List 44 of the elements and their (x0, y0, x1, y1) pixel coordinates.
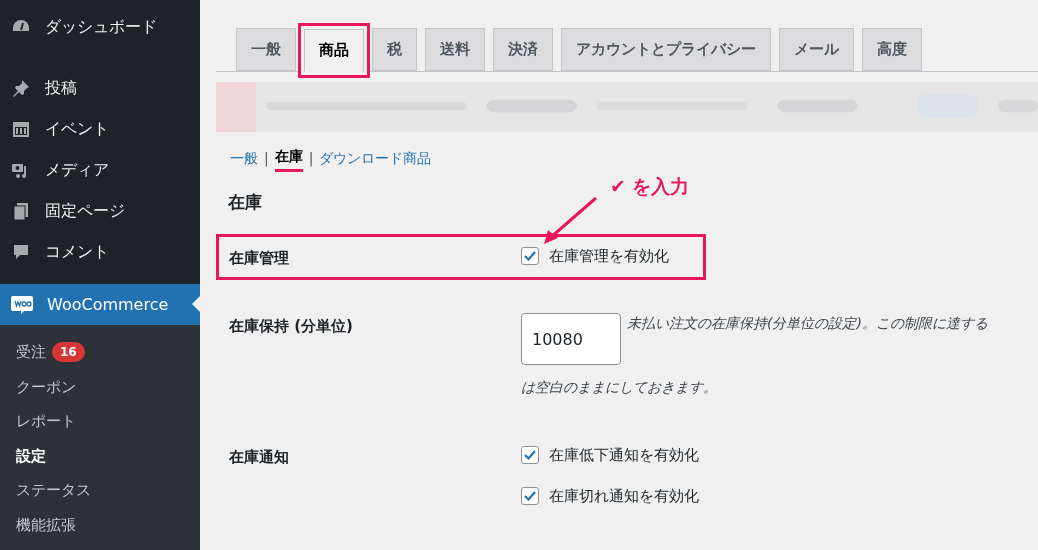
settings-tab[interactable]: 税 (372, 28, 417, 71)
submenu-item[interactable]: 受注 16 (0, 335, 200, 370)
settings-tab[interactable]: メール (779, 28, 854, 71)
count-badge: 16 (52, 342, 85, 363)
sidebar-item[interactable]: イベント (0, 108, 200, 149)
settings-tab[interactable]: 一般 (236, 28, 296, 71)
sidebar-item[interactable]: 固定ページ (0, 190, 200, 231)
sidebar-item[interactable]: WooCommerce (0, 284, 200, 325)
minutes-input[interactable]: 10080 (521, 313, 621, 365)
subnav-link[interactable]: 在庫 (274, 146, 303, 172)
submenu-item[interactable]: 機能拡張 (0, 507, 200, 542)
settings-tab[interactable]: アカウントとプライバシー (561, 28, 771, 71)
submenu-item[interactable]: ステータス (0, 473, 200, 508)
separator: | (308, 148, 314, 169)
checkbox-label: 在庫切れ通知を有効化 (549, 485, 699, 507)
checkbox[interactable] (521, 486, 539, 505)
sidebar-item[interactable]: ダッシュボード (0, 6, 200, 47)
subnav-link[interactable]: 一般 (230, 147, 258, 171)
field-label: 在庫保持 (分単位) (229, 316, 354, 337)
settings-tab[interactable]: 送料 (425, 28, 485, 71)
woocommerce-logo-icon (11, 294, 33, 315)
checkbox-label: 在庫低下通知を有効化 (549, 445, 699, 466)
callout-label: ✔ を入力 (610, 174, 689, 199)
separator: | (264, 148, 269, 169)
current-pointer-icon (192, 296, 200, 312)
submenu-item[interactable]: レポート (0, 404, 200, 439)
sidebar-item[interactable]: コメント (0, 231, 200, 272)
sidebar-item[interactable]: 投稿 (0, 67, 200, 108)
checkbox-label: 在庫管理を有効化 (549, 245, 669, 267)
submenu-item[interactable]: クーポン (0, 369, 200, 404)
settings-tab[interactable]: 決済 (493, 28, 553, 71)
checkbox[interactable] (521, 246, 539, 265)
subnav-link[interactable]: ダウンロード商品 (319, 147, 432, 171)
sidebar-item[interactable]: メディア (0, 149, 200, 190)
field-description: は空白のままにしておきます。 (521, 378, 718, 397)
pages-icon (11, 200, 31, 221)
settings-tab[interactable]: 高度 (862, 28, 922, 71)
checkbox[interactable] (521, 446, 539, 465)
field-label: 在庫管理 (229, 247, 290, 269)
submenu-item[interactable]: 設定 (0, 438, 200, 473)
field-description: 未払い注文の在庫保持(分単位の設定)。この制限に達する (627, 314, 988, 333)
section-title: 在庫 (227, 191, 263, 214)
field-label: 在庫通知 (229, 447, 290, 468)
pin-icon (11, 77, 31, 98)
